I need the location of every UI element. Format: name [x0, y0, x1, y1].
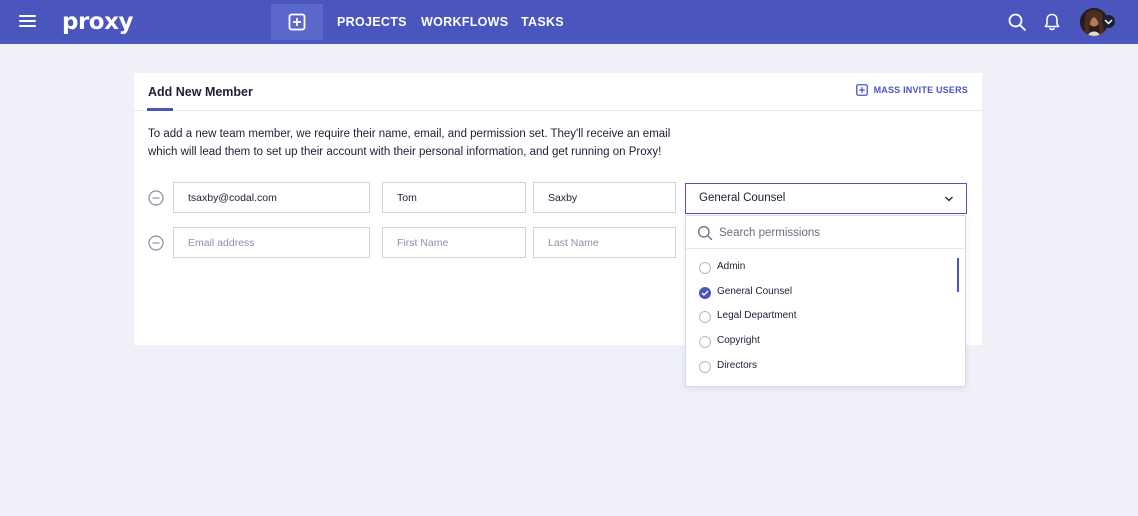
permission-option-label: General Counsel	[717, 286, 793, 297]
top-nav-bar: proxy PROJECTS WORKFLOWS TASKS	[0, 0, 1138, 44]
add-square-icon	[855, 84, 868, 96]
app-logo[interactable]: proxy	[62, 7, 133, 37]
radio-unchecked-icon	[699, 361, 711, 373]
permission-select-value: General Counsel	[699, 192, 786, 204]
permission-option-admin[interactable]: Admin	[686, 256, 951, 280]
permission-select[interactable]: General Counsel	[685, 183, 967, 214]
permission-option-label: Legal Department	[717, 310, 797, 321]
chevron-down-icon	[945, 196, 953, 202]
search-icon	[697, 225, 713, 241]
radio-unchecked-icon	[699, 311, 711, 323]
radio-checked-icon	[699, 287, 711, 299]
first-name-field[interactable]	[382, 227, 526, 258]
permission-option-label: Admin	[717, 261, 746, 272]
permissions-search	[686, 216, 965, 249]
chevron-down-icon[interactable]	[1102, 15, 1115, 28]
email-field[interactable]	[173, 227, 370, 258]
permission-option-general-counsel[interactable]: General Counsel	[686, 281, 951, 305]
card-title: Add New Member	[148, 85, 253, 99]
mass-invite-button[interactable]: MASS INVITE USERS	[855, 84, 968, 96]
permission-option-directors[interactable]: Directors	[686, 355, 951, 379]
active-tab-underline	[147, 108, 173, 111]
permissions-search-input[interactable]	[719, 222, 949, 244]
permission-option-legal-department[interactable]: Legal Department	[686, 305, 951, 329]
search-icon[interactable]	[1007, 12, 1027, 32]
last-name-field[interactable]	[533, 182, 676, 213]
nav-workflows[interactable]: WORKFLOWS	[421, 0, 508, 44]
nav-tasks[interactable]: TASKS	[521, 0, 564, 44]
bell-icon[interactable]	[1042, 12, 1062, 32]
permission-option-label: Copyright	[717, 335, 760, 346]
last-name-field[interactable]	[533, 227, 676, 258]
intro-text: To add a new team member, we require the…	[148, 125, 708, 161]
nav-projects[interactable]: PROJECTS	[337, 0, 407, 44]
menu-icon[interactable]	[18, 12, 38, 32]
add-square-icon	[288, 13, 306, 31]
card-header: Add New Member MASS INVITE USERS	[134, 73, 982, 111]
first-name-field[interactable]	[382, 182, 526, 213]
radio-unchecked-icon	[699, 262, 711, 274]
email-field[interactable]	[173, 182, 370, 213]
remove-row-icon[interactable]	[148, 190, 164, 206]
permission-option-label: Directors	[717, 360, 758, 371]
radio-unchecked-icon	[699, 336, 711, 348]
intro-line: To add a new team member, we require the…	[148, 128, 671, 140]
dropdown-scrollbar[interactable]	[957, 258, 959, 292]
remove-row-icon[interactable]	[148, 235, 164, 251]
permission-option-copyright[interactable]: Copyright	[686, 330, 951, 354]
intro-line: which will lead them to set up their acc…	[148, 146, 662, 158]
mass-invite-label: MASS INVITE USERS	[873, 85, 968, 95]
permissions-dropdown: Admin General Counsel Legal Department C…	[685, 215, 966, 387]
add-new-button[interactable]	[271, 4, 323, 40]
